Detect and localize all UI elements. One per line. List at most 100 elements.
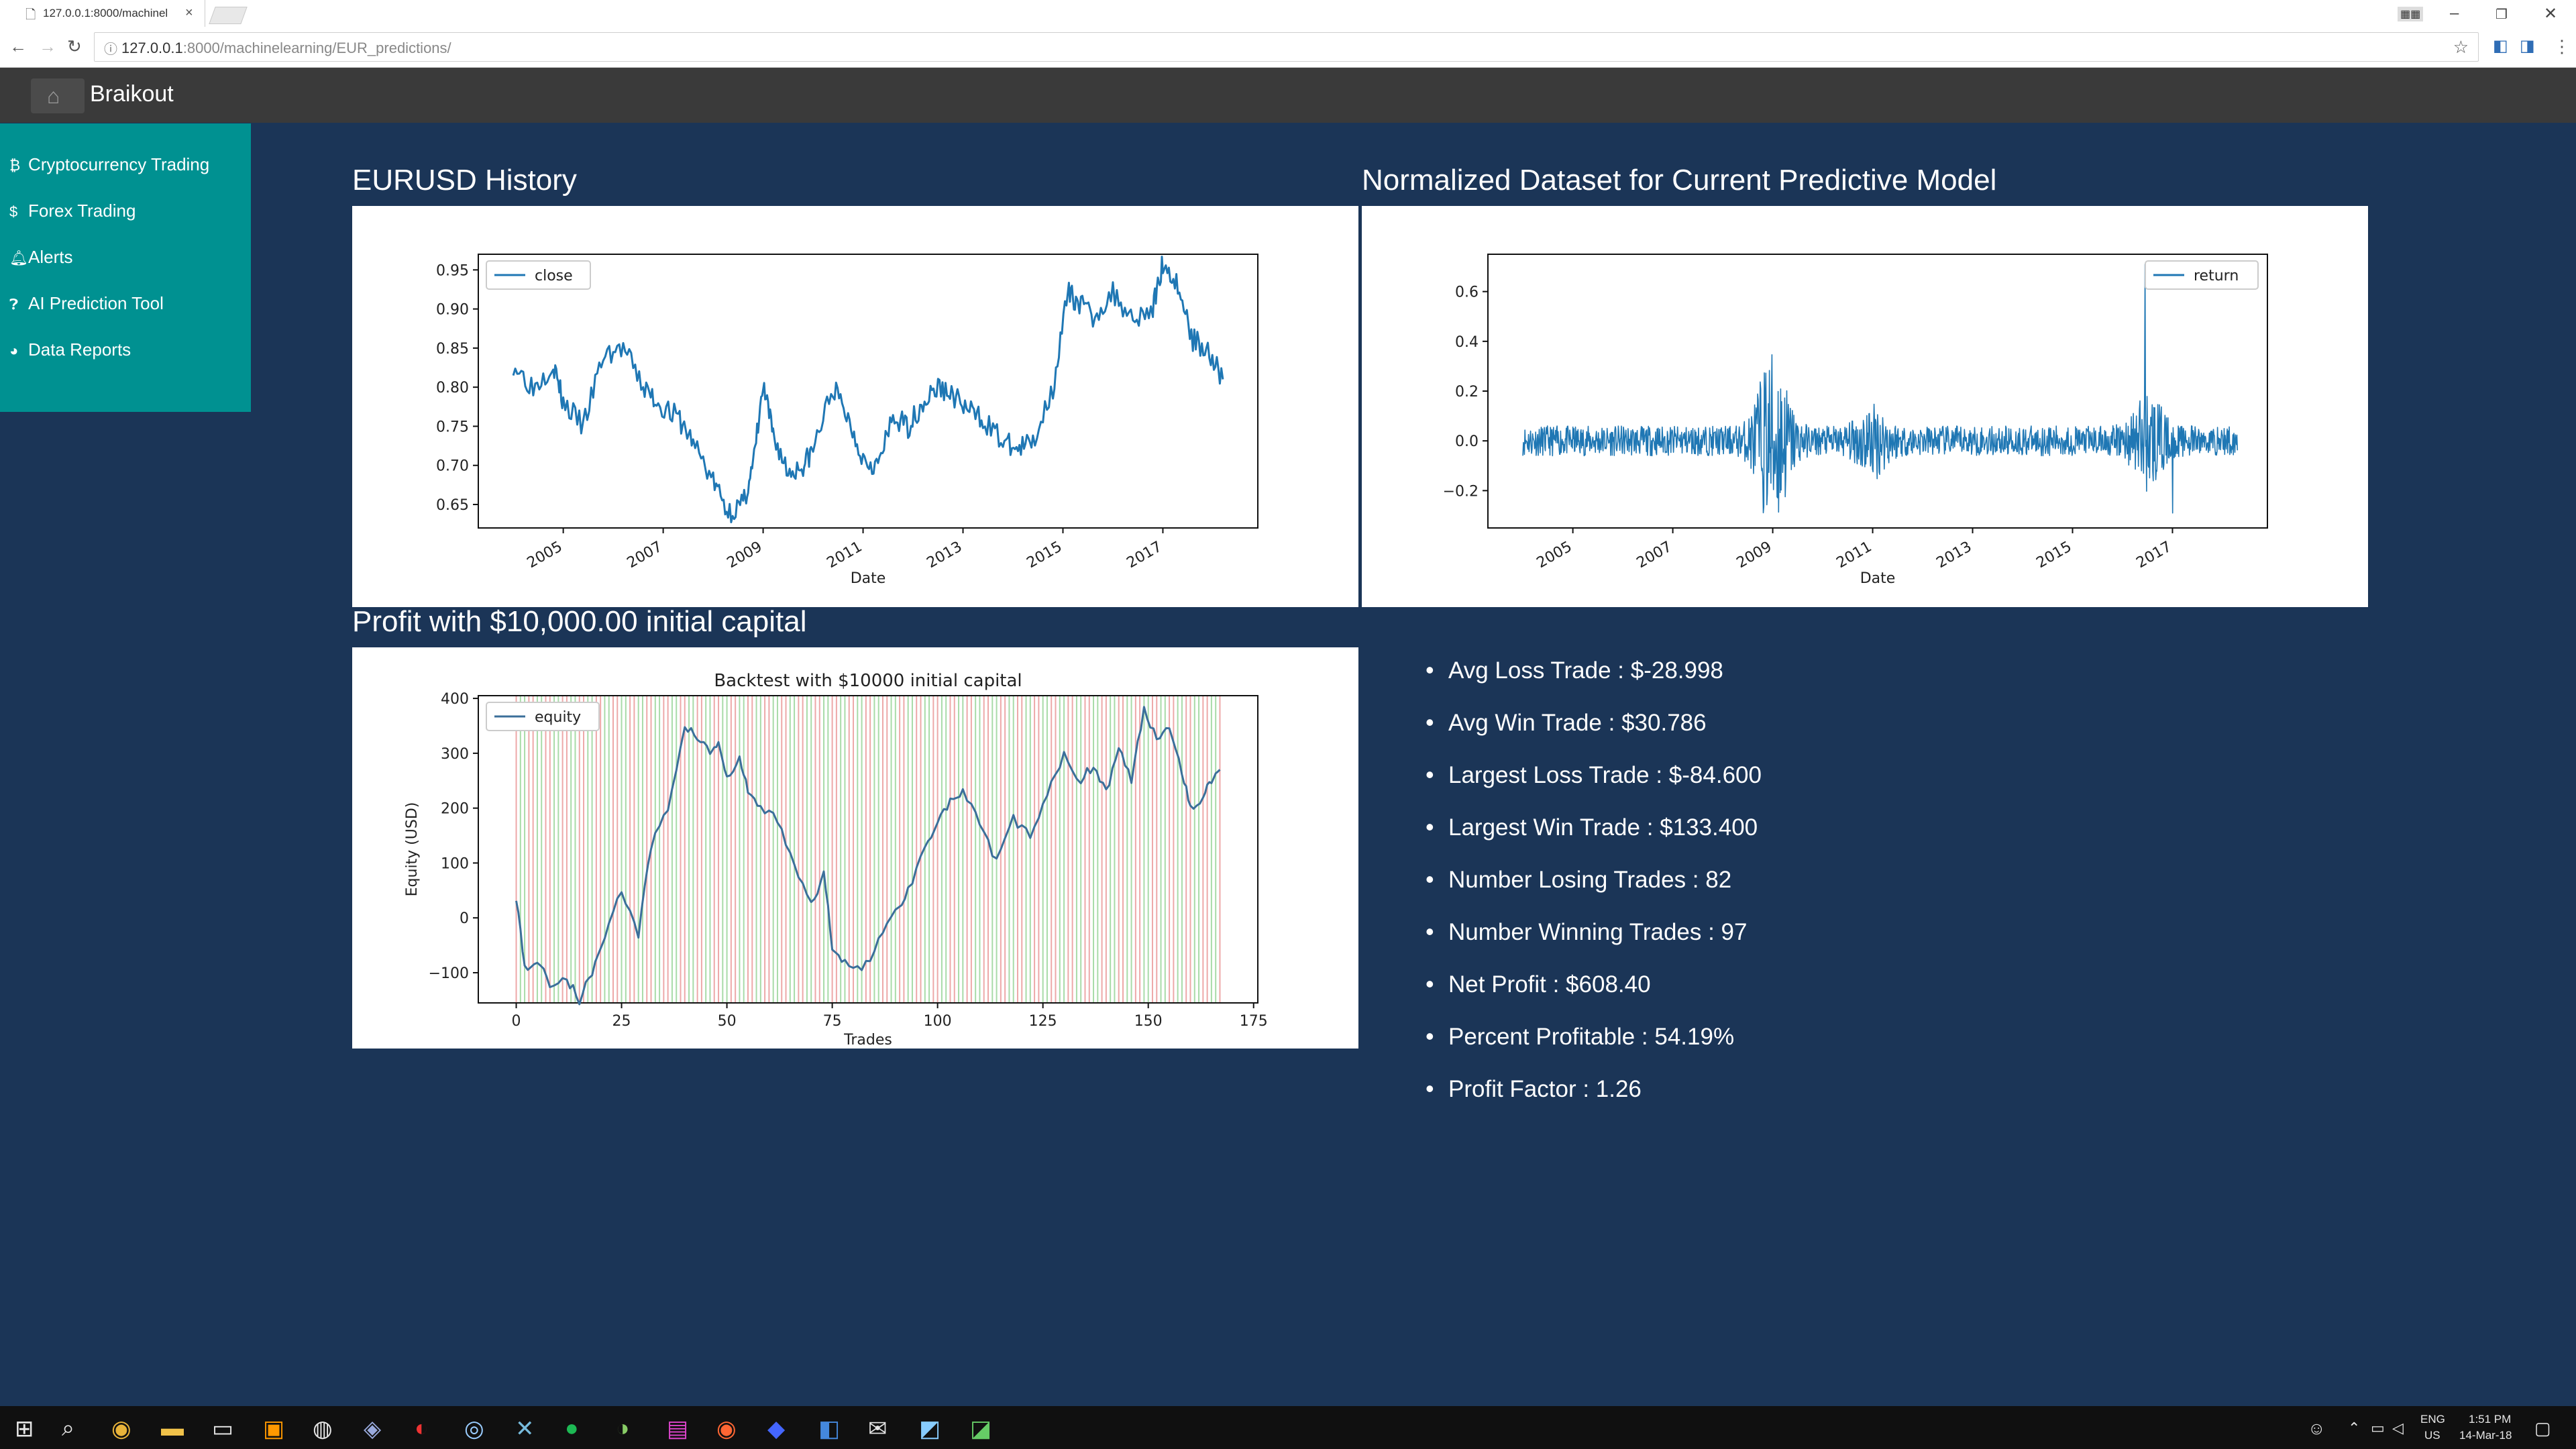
stat-number-losing-trades: Number Losing Trades : 82 (1426, 865, 1762, 919)
x-tick-label: 2005 (525, 539, 566, 572)
stat-largest-win-trade: Largest Win Trade : $133.400 (1426, 813, 1762, 867)
clock-time[interactable]: 1:51 PM (2469, 1413, 2511, 1426)
close-tab-icon[interactable]: × (185, 5, 193, 21)
x-tick-label: 2015 (1024, 539, 1065, 572)
search-icon[interactable]: ⌕ (62, 1415, 74, 1442)
y-tick-label: 0 (460, 910, 469, 927)
x-tick-label: 2013 (924, 539, 965, 572)
volume-icon[interactable]: ◁ (2392, 1419, 2404, 1437)
reload-icon[interactable]: ↻ (67, 36, 82, 57)
y-tick-label: −100 (429, 965, 469, 982)
url-text: 127.0.0.1:8000/machinelearning/EUR_predi… (121, 40, 451, 56)
restore-icon[interactable]: ❐ (2496, 6, 2508, 23)
spotify-icon[interactable]: ● (565, 1415, 579, 1442)
people-icon[interactable]: ☺ (2308, 1418, 2326, 1439)
eurusd-history-title: EURUSD History (352, 164, 577, 197)
sidebar-item-cryptocurrency-trading[interactable]: ₿ Cryptocurrency Trading (9, 154, 209, 188)
x-tick-label: 2017 (2133, 539, 2174, 572)
new-tab-button[interactable] (209, 7, 248, 24)
normalized-dataset-title: Normalized Dataset for Current Predictiv… (1362, 164, 1997, 197)
series-line-close (512, 256, 1224, 523)
browser-tab[interactable]: 🗋 127.0.0.1:8000/machinel × (0, 0, 205, 27)
app-icon[interactable]: ◩ (919, 1415, 941, 1442)
app-icon[interactable]: ✕ (515, 1415, 535, 1442)
x-tick-label: 2011 (1834, 539, 1875, 572)
window-icon[interactable]: ▭ (212, 1415, 233, 1442)
y-tick-label: 100 (441, 855, 469, 872)
language-indicator[interactable]: ENG (2420, 1413, 2445, 1426)
x-tick-label: 2017 (1124, 539, 1165, 572)
sidebar-item-alerts[interactable]: 🔔︎Alerts (9, 247, 72, 280)
address-bar[interactable]: ⓘ 127.0.0.1:8000/machinelearning/EUR_pre… (94, 32, 2479, 62)
backtest-equity-chart: −100 0 100 200 300 400 0 25 50 75 100 125 150 175 Trad… (404, 671, 1268, 1049)
normalized-dataset-chart-panel: −0.2 0.0 0.2 0.4 0.6 2005 2007 2009 2011 2013 2015… (1362, 206, 2368, 607)
eurusd-history-chart-panel: 0.65 0.70 0.75 0.80 0.85 0.90 0.95 2005 2007 2009… (352, 206, 1358, 607)
x-tick-label: 2013 (1934, 539, 1975, 572)
network-icon[interactable]: ▭ (2371, 1419, 2385, 1437)
chrome-icon[interactable]: ◉ (111, 1415, 131, 1442)
y-tick-label: 300 (441, 746, 469, 763)
x-tick-label: 2009 (1734, 539, 1775, 572)
plot-frame (478, 695, 1258, 1004)
steam-icon[interactable]: ◎ (464, 1415, 484, 1442)
x-tick-label: 125 (1029, 1013, 1057, 1030)
app-icon[interactable]: ◧ (818, 1415, 840, 1442)
minimize-icon[interactable]: – (2450, 4, 2459, 23)
app-icon[interactable]: ◑ (616, 1415, 630, 1442)
brand-name[interactable]: Braikout (90, 81, 174, 107)
x-tick-label: 2007 (625, 539, 665, 572)
app-icon[interactable]: ▤ (667, 1415, 688, 1442)
app-icon[interactable]: ◪ (970, 1415, 991, 1442)
home-button[interactable]: ⌂ (31, 78, 85, 113)
x-tick-label: 25 (612, 1013, 631, 1030)
y-tick-label: 0.6 (1455, 284, 1479, 301)
y-tick-label: −0.2 (1443, 483, 1479, 500)
y-tick-label: 0.95 (436, 262, 469, 279)
extension-icon[interactable]: ◧ (2493, 36, 2508, 56)
tray-chevron-icon[interactable]: ⌃ (2348, 1419, 2360, 1437)
sidebar-item-forex-trading[interactable]: $ Forex Trading (9, 201, 136, 234)
page-icon: 🗋 (25, 8, 36, 22)
plot-frame (478, 254, 1258, 529)
clock-date: 14-Mar-18 (2459, 1429, 2512, 1442)
chart-title: Backtest with $10000 initial capital (714, 671, 1022, 691)
sidebar: ₿ Cryptocurrency Trading $ Forex Trading 🔔… (0, 123, 251, 412)
y-tick-label: 0.75 (436, 419, 469, 435)
forward-icon[interactable]: → (39, 36, 56, 57)
x-tick-label: 2011 (824, 539, 865, 572)
sidebar-item-ai-prediction-tool[interactable]: ❓︎ AI Prediction Tool (9, 293, 164, 327)
x-tick-label: 0 (512, 1013, 521, 1030)
x-tick-label: 2007 (1634, 539, 1675, 572)
y-tick-label: 200 (441, 801, 469, 818)
windows-start-icon[interactable]: ⊞ (15, 1415, 34, 1442)
app-icon[interactable]: ◍ (313, 1415, 333, 1442)
x-axis-label: Trades (843, 1032, 892, 1049)
file-explorer-icon[interactable]: ▬ (161, 1415, 184, 1442)
profit-title: Profit with $10,000.00 initial capital (352, 605, 807, 638)
legend-label: close (535, 268, 573, 284)
x-tick-label: 2009 (724, 539, 765, 572)
series-line-return (1522, 264, 2239, 514)
profile-icon[interactable]: ▦▦ (2398, 7, 2424, 21)
notifications-icon[interactable]: ▢ (2534, 1418, 2551, 1439)
normalized-return-chart: −0.2 0.0 0.2 0.4 0.6 2005 2007 2009 2011 2013 2015… (1443, 254, 2268, 587)
tab-title: 127.0.0.1:8000/machinel (43, 7, 168, 19)
bookmark-star-icon[interactable]: ☆ (2453, 37, 2469, 58)
menu-icon[interactable]: ⋮ (2553, 36, 2571, 57)
info-icon[interactable]: ⓘ (104, 38, 117, 58)
sublime-icon[interactable]: ▣ (263, 1415, 284, 1442)
app-icon[interactable]: ◈ (364, 1415, 381, 1442)
sidebar-item-data-reports[interactable]: ◕ Data Reports (9, 339, 131, 373)
mail-icon[interactable]: ✉ (868, 1415, 888, 1442)
y-tick-label: 400 (441, 691, 469, 708)
close-window-icon[interactable]: ✕ (2544, 4, 2557, 23)
extension-icon[interactable]: ◨ (2520, 36, 2535, 56)
stat-avg-loss-trade: Avg Loss Trade : $-28.998 (1426, 656, 1762, 710)
app-icon[interactable]: ◐ (415, 1415, 429, 1442)
app-icon[interactable]: ◆ (767, 1415, 785, 1442)
stat-net-profit: Net Profit : $608.40 (1426, 970, 1762, 1024)
x-tick-label: 2015 (2034, 539, 2075, 572)
back-icon[interactable]: ← (9, 36, 27, 57)
app-icon[interactable]: ◉ (716, 1415, 737, 1442)
stat-profit-factor: Profit Factor : 1.26 (1426, 1075, 1762, 1128)
